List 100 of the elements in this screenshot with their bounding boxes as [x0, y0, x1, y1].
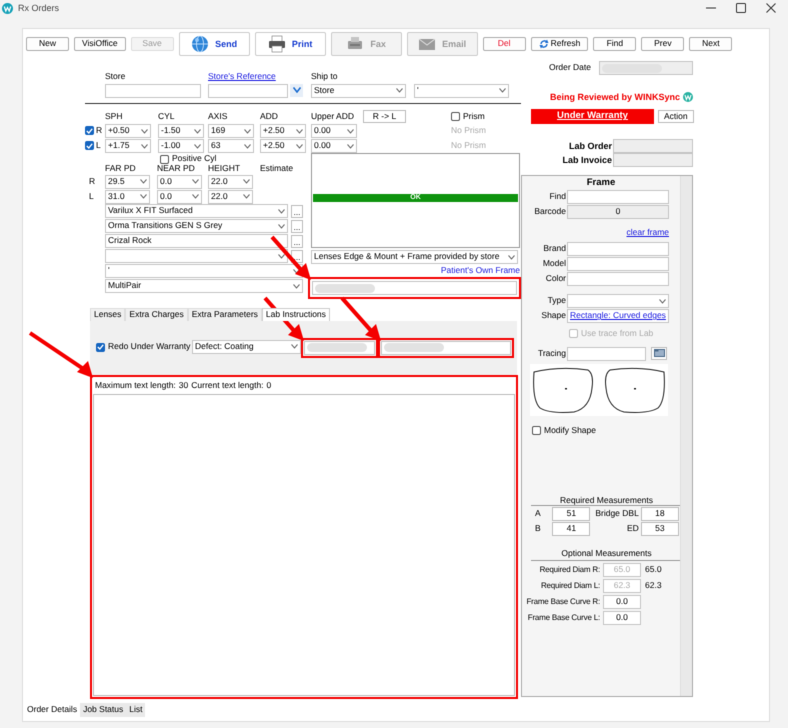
measure-label: Bridge DBL — [595, 508, 639, 518]
measure-label: B — [535, 523, 541, 534]
rx-select[interactable]: -1.50 — [158, 124, 204, 138]
checkbox[interactable] — [160, 154, 169, 164]
checkbox[interactable] — [451, 112, 460, 121]
frame-field[interactable] — [567, 272, 669, 286]
lens-option-select[interactable] — [105, 249, 288, 264]
rx-select[interactable]: 63 — [208, 139, 254, 153]
field-label: Find — [548, 192, 566, 202]
lens-option-select[interactable]: ' — [105, 264, 303, 278]
chevron-icon — [347, 128, 354, 134]
shape-link[interactable]: Rectangle: Curved edges — [570, 311, 666, 321]
lens-option-field[interactable]: Crizal Rock — [105, 234, 288, 248]
field-label: Lab Order — [568, 141, 612, 152]
prism-note: No Prism — [451, 141, 487, 151]
rx-select[interactable]: 0.00 — [311, 139, 357, 153]
more-button[interactable]: ... — [291, 204, 303, 218]
more-button[interactable]: ... — [291, 234, 303, 248]
checkbox-label: Use trace from Lab — [581, 329, 654, 339]
field-label: Required Diam L: — [540, 581, 601, 590]
chevron-icon — [278, 254, 285, 259]
pd-select[interactable]: 29.5 — [105, 174, 150, 189]
rx-select[interactable]: 169 — [208, 124, 254, 138]
length-value: 0 — [266, 380, 272, 391]
toolbar-button[interactable]: Find — [593, 37, 636, 51]
lab-field[interactable] — [613, 153, 693, 168]
lens-option-select[interactable]: Orma Transitions GEN S Grey — [105, 219, 288, 234]
toolbar-button[interactable]: Next — [689, 37, 732, 51]
frame-field[interactable] — [567, 257, 669, 272]
field-label: Barcode — [533, 207, 566, 218]
lens-option-select[interactable]: Varilux X FIT Surfaced — [105, 204, 288, 218]
toolbar-button[interactable]: VisiOffice — [74, 37, 126, 51]
type-select[interactable] — [567, 294, 669, 308]
close-icon[interactable] — [766, 3, 776, 13]
rx-select[interactable]: +2.50 — [260, 124, 306, 138]
toolbar-button[interactable]: Prev — [641, 37, 684, 51]
more-button[interactable]: ... — [291, 220, 303, 233]
checkbox[interactable] — [532, 426, 541, 436]
service-note-field[interactable] — [312, 281, 517, 295]
barcode-field[interactable]: 0 — [567, 205, 669, 220]
tab[interactable]: List — [126, 703, 146, 717]
lens-option-select[interactable]: MultiPair — [105, 279, 303, 294]
store-field[interactable] — [105, 84, 201, 98]
defect-select[interactable]: Defect: Coating — [192, 340, 301, 354]
measure-cell: 53 — [640, 522, 679, 536]
ship-to-select[interactable]: Store — [311, 84, 406, 98]
ship-to-select[interactable]: ' — [414, 84, 509, 98]
order-date-field[interactable] — [599, 61, 693, 75]
checkbox[interactable] — [85, 126, 94, 136]
find-field[interactable] — [567, 190, 669, 204]
measure-cell: 18 — [640, 507, 679, 522]
frame-field[interactable] — [567, 242, 669, 256]
warranty-button[interactable]: Under Warranty — [531, 109, 654, 124]
toolbar-button[interactable]: Send — [178, 32, 250, 56]
service-select[interactable]: Lenses Edge & Mount + Frame provided by store — [311, 250, 518, 264]
tab[interactable]: Extra Parameters — [188, 308, 262, 321]
chevron-icon — [243, 194, 250, 200]
action-button[interactable]: Action — [658, 110, 694, 124]
tab[interactable]: Lenses — [90, 308, 126, 321]
tab[interactable]: Job Status — [80, 703, 126, 717]
rx-select[interactable]: +1.75 — [105, 139, 151, 153]
pd-select[interactable]: 22.0 — [208, 190, 253, 204]
checkbox[interactable] — [85, 141, 94, 150]
column-header: CYL — [158, 112, 176, 122]
maximize-icon[interactable] — [736, 3, 746, 13]
tab[interactable]: Extra Charges — [125, 308, 188, 321]
pd-select[interactable]: 0.0 — [157, 174, 202, 189]
toolbar-button[interactable]: Refresh — [530, 37, 588, 51]
tab[interactable]: Lab Instructions — [262, 308, 330, 321]
measure-field[interactable]: 0.0 — [603, 610, 641, 625]
shape-field[interactable]: Rectangle: Curved edges — [567, 309, 669, 324]
toolbar-button[interactable]: Del — [482, 37, 526, 51]
chevron-icon — [499, 88, 506, 93]
store-reference-link[interactable]: Store's Reference — [208, 72, 311, 82]
toolbar-button[interactable]: New — [26, 37, 69, 51]
rx-select[interactable]: -1.00 — [158, 139, 204, 153]
dropdown-button[interactable] — [290, 84, 303, 96]
pd-select[interactable]: 31.0 — [105, 190, 150, 204]
chevron-icon — [194, 144, 201, 148]
lab-field[interactable] — [613, 139, 693, 154]
copy-button[interactable]: R -> L — [363, 110, 406, 123]
toolbar-button[interactable]: Print — [254, 32, 326, 56]
rx-select[interactable]: 0.00 — [311, 124, 357, 138]
column-header: Upper ADD — [311, 112, 355, 122]
field-label: Required Diam R: — [538, 565, 601, 574]
chevron-icon — [396, 88, 403, 93]
pd-select[interactable]: 22.0 — [208, 174, 253, 189]
own-frame-link[interactable]: Patient's Own Frame — [440, 265, 520, 275]
clear-frame-link[interactable]: clear frame — [626, 227, 669, 238]
store-reference-field[interactable] — [208, 84, 288, 98]
rx-select[interactable]: +0.50 — [105, 124, 151, 138]
pd-select[interactable]: 0.0 — [157, 190, 202, 204]
folder-button[interactable] — [651, 346, 667, 360]
measure-field[interactable]: 0.0 — [603, 594, 641, 609]
review-status-text: Being Reviewed by WINKSync — [550, 92, 680, 102]
chevron-icon — [293, 284, 300, 289]
tracing-field[interactable] — [567, 346, 646, 361]
rx-select[interactable]: +2.50 — [260, 139, 306, 153]
checkbox[interactable] — [96, 342, 105, 352]
chevron-icon — [347, 144, 354, 148]
